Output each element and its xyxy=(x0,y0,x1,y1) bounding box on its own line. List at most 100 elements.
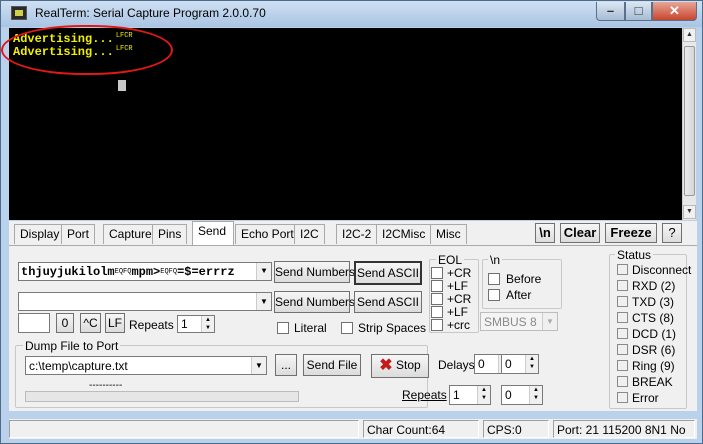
dump-repeats-1-spinner[interactable]: 1 ▲ ▼ xyxy=(449,385,491,405)
dump-repeats-2-spinner[interactable]: 0 ▲ ▼ xyxy=(501,385,543,405)
browse-button[interactable]: ... xyxy=(275,354,297,376)
tab-echo-port[interactable]: Echo Port xyxy=(235,224,300,244)
after-checkbox[interactable] xyxy=(488,289,500,301)
dropdown-arrow-icon[interactable]: ▼ xyxy=(256,263,271,280)
dump-file-path-input[interactable]: c:\temp\capture.txt ▼ xyxy=(25,356,267,375)
send-numbers-button-2[interactable]: Send Numbers xyxy=(274,291,355,313)
status-led xyxy=(617,280,628,291)
strip-spaces-label: Strip Spaces xyxy=(358,321,427,335)
spinner-arrows-icon[interactable]: ▲▼ xyxy=(477,386,490,404)
status-led xyxy=(617,360,628,371)
dump-file-title: Dump File to Port xyxy=(23,339,121,353)
send-ascii-button-2[interactable]: Send ASCII xyxy=(354,291,422,313)
dump-repeats-1-value: 1 xyxy=(453,388,460,402)
dump-repeats-2-value: 0 xyxy=(505,388,512,402)
stop-x-icon: ✖ xyxy=(379,356,393,374)
send-ascii-button-1[interactable]: Send ASCII xyxy=(354,261,422,285)
scroll-up-icon[interactable]: ▲ xyxy=(683,28,696,42)
eol-checkbox[interactable] xyxy=(431,267,443,279)
dropdown-arrow-icon[interactable]: ▼ xyxy=(251,357,266,374)
progress-dashes: ---------- xyxy=(89,380,123,391)
send-line-1-input[interactable]: thjuyjukilolmEQFQmpm>EQFQ=$=errrz ▼ xyxy=(18,262,272,281)
spinner-arrows-icon[interactable]: ▲▼ xyxy=(201,316,214,332)
tab-port[interactable]: Port xyxy=(61,224,96,244)
eol-checkbox[interactable] xyxy=(431,293,443,305)
send-ctrl-c-button[interactable]: ^C xyxy=(80,313,101,333)
eol-checkbox[interactable] xyxy=(431,319,443,331)
dump-progress-bar xyxy=(25,391,299,402)
scroll-thumb[interactable] xyxy=(684,46,695,196)
tab-i2cmisc[interactable]: I2CMisc xyxy=(376,224,432,244)
literal-checkbox[interactable] xyxy=(277,322,289,334)
dump-repeats-label: Repeats xyxy=(402,388,447,402)
status-led xyxy=(617,328,628,339)
status-led xyxy=(617,296,628,307)
control-marker: EQFQ xyxy=(160,268,178,276)
control-marker: EQFQ xyxy=(114,268,132,276)
smbus-value: SMBUS 8 xyxy=(484,315,537,329)
minimize-button[interactable]: – xyxy=(596,2,625,21)
scroll-down-icon[interactable]: ▼ xyxy=(683,205,696,219)
spinner-arrows-icon[interactable]: ▲▼ xyxy=(525,355,538,373)
status-break: BREAK xyxy=(632,375,673,389)
freeze-button[interactable]: Freeze xyxy=(605,223,657,243)
status-disconnect[interactable]: Disconnect xyxy=(632,263,691,277)
tab-display[interactable]: Display xyxy=(14,224,66,244)
spinner-arrows-icon[interactable]: ▲▼ xyxy=(529,386,542,404)
delay-2-value: 0 xyxy=(505,357,512,371)
eol-checkbox[interactable] xyxy=(431,280,443,292)
send-text: =$=errrz xyxy=(177,265,235,279)
status-txd: TXD (3) xyxy=(632,295,674,309)
tab-capture[interactable]: Capture xyxy=(103,224,158,244)
eol-item-label: +LF xyxy=(447,305,469,319)
tab-i2c-2[interactable]: I2C-2 xyxy=(336,224,378,244)
delays-label: Delays xyxy=(438,358,475,372)
app-icon xyxy=(11,6,27,20)
status-cts: CTS (8) xyxy=(632,311,674,325)
maximize-button[interactable]: □ xyxy=(625,2,652,21)
tab-i2c[interactable]: I2C xyxy=(294,224,325,244)
realterm-window: RealTerm: Serial Capture Program 2.0.0.7… xyxy=(0,0,703,444)
dropdown-arrow-icon[interactable]: ▼ xyxy=(256,293,271,310)
before-checkbox[interactable] xyxy=(488,273,500,285)
eol-item-label: +CR xyxy=(447,266,472,280)
red-annotation-ellipse xyxy=(1,25,173,75)
eol-item-label: +crc xyxy=(447,318,471,332)
help-button[interactable]: ? xyxy=(662,223,682,243)
tab-misc[interactable]: Misc xyxy=(430,224,467,244)
status-ring: Ring (9) xyxy=(632,359,675,373)
close-button[interactable]: ✕ xyxy=(652,2,697,21)
status-rxd: RXD (2) xyxy=(632,279,676,293)
send-text: thjuyjukilolm xyxy=(21,265,115,279)
status-led xyxy=(617,376,628,387)
status-led xyxy=(617,392,628,403)
tab-pins[interactable]: Pins xyxy=(152,224,188,244)
terminal-scrollbar[interactable]: ▲ ▼ xyxy=(682,28,696,220)
status-error: Error xyxy=(632,391,659,405)
status-led xyxy=(617,312,628,323)
send-zero-button[interactable]: 0 xyxy=(56,313,74,333)
delay-2-spinner[interactable]: 0 ▲ ▼ xyxy=(501,354,539,374)
newline-button[interactable]: \n xyxy=(535,223,555,243)
control-panel: Display Port Capture Pins Send Echo Port… xyxy=(9,221,697,411)
delay-1-value: 0 xyxy=(478,357,485,371)
title-bar[interactable]: RealTerm: Serial Capture Program 2.0.0.7… xyxy=(1,1,702,27)
clear-button[interactable]: Clear xyxy=(560,223,600,243)
stop-button[interactable]: ✖ Stop xyxy=(371,354,429,378)
after-label: After xyxy=(506,288,532,302)
send-numbers-button-1[interactable]: Send Numbers xyxy=(274,261,355,283)
strip-spaces-checkbox[interactable] xyxy=(341,322,353,334)
tab-send[interactable]: Send xyxy=(192,221,234,245)
smbus-select: SMBUS 8 ▼ xyxy=(480,312,558,331)
eol-checkbox[interactable] xyxy=(431,306,443,318)
stop-label: Stop xyxy=(396,358,421,372)
tab-divider xyxy=(9,245,697,246)
repeats-value: 1 xyxy=(181,317,188,331)
newline-group-title: \n xyxy=(488,253,503,267)
status-led xyxy=(617,344,628,355)
send-lf-button[interactable]: LF xyxy=(105,313,125,333)
send-line-2-input[interactable]: ▼ xyxy=(18,292,272,311)
send-file-button[interactable]: Send File xyxy=(303,354,361,376)
byte-value-input[interactable] xyxy=(18,313,50,333)
repeats-spinner[interactable]: 1 ▲ ▼ xyxy=(177,315,215,333)
